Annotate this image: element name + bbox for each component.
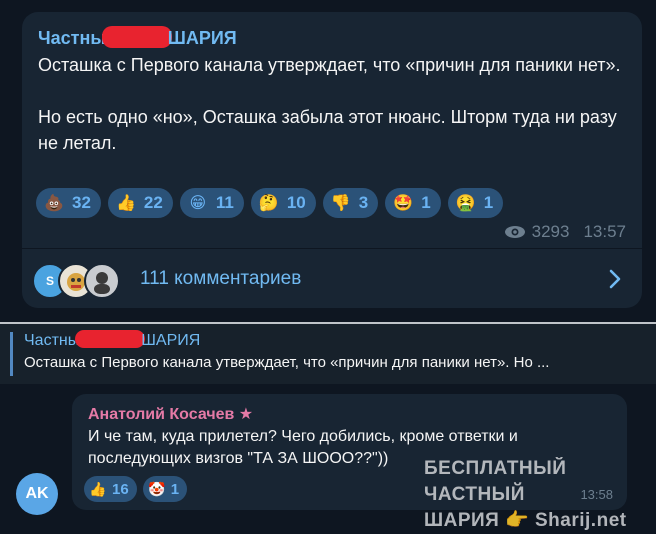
reaction-thumbs-up[interactable]: 👍 22 [107, 188, 173, 218]
reaction-count: 3 [358, 193, 369, 212]
avatar [84, 263, 120, 299]
channel-post: Частны ШАРИЯ Осташка с Первого канала утв… [22, 12, 642, 308]
watermark-line-1: БЕСПЛАТНЫЙ ЧАСТНЫЙ [424, 458, 567, 505]
vomit-icon: 🤮 [455, 195, 476, 212]
view-count: 3293 [531, 222, 570, 241]
quote-text: Осташка с Первого канала утверждает, что… [24, 354, 550, 371]
post-author[interactable]: Частны ШАРИЯ [38, 26, 237, 49]
reaction-count: 10 [286, 193, 306, 212]
comment-reactions: 👍 16 🤡 1 [84, 476, 188, 502]
post-paragraph-2: Но есть одно «но», Осташка забыла этот н… [38, 107, 617, 153]
reaction-count: 1 [170, 480, 180, 498]
reaction-count: 22 [143, 193, 163, 212]
reaction-count: 32 [72, 193, 91, 212]
post-paragraph-1: Осташка с Первого канала утверждает, что… [38, 55, 621, 75]
thumbs-down-icon: 👎 [330, 195, 351, 212]
comments-label: 111 комментариев [140, 268, 302, 289]
poop-icon: 💩 [44, 195, 64, 212]
eye-icon [504, 226, 525, 238]
post-meta: 3293 13:57 [504, 222, 626, 242]
reaction-count: 1 [483, 193, 494, 212]
reaction-count: 1 [421, 193, 431, 212]
post-time: 13:57 [583, 222, 626, 241]
watermark-line-2: ШАРИЯ 👉 Sharij.net [424, 510, 627, 531]
quote-author: Частны ШАРИЯ [24, 330, 200, 350]
reaction-vomit[interactable]: 🤮 1 [447, 188, 504, 218]
reaction-grin[interactable]: 😁 11 [179, 188, 244, 218]
clown-icon: 🤡 [147, 480, 166, 497]
commenter-avatars: S [32, 259, 132, 299]
thumbs-up-icon: 👍 [89, 480, 107, 497]
reaction-poop[interactable]: 💩 32 [36, 188, 101, 218]
divider [22, 248, 642, 249]
reaction-count: 16 [112, 480, 129, 498]
watermark: БЕСПЛАТНЫЙ ЧАСТНЫЙ ШАРИЯ 👉 Sharij.net [424, 456, 654, 534]
reaction-clown[interactable]: 🤡 1 [142, 476, 188, 502]
quote-bar [10, 332, 13, 376]
post-text: Осташка с Первого канала утверждает, что… [38, 52, 628, 182]
thinking-icon: 🤔 [258, 195, 279, 212]
reaction-star-struck[interactable]: 🤩 1 [385, 188, 441, 218]
quote-author-left: Частны [24, 332, 80, 349]
star-struck-icon: 🤩 [393, 195, 414, 212]
reaction-thumbs-up[interactable]: 👍 16 [84, 476, 137, 502]
post-reactions: 💩 32 👍 22 😁 11 🤔 10 👎 3 🤩 1 🤮 1 [36, 188, 504, 218]
person-avatar-icon [94, 272, 110, 294]
reaction-count: 11 [215, 193, 234, 212]
comments-button[interactable]: S 111 комментариев [22, 250, 642, 308]
reply-quote-panel[interactable]: Частны ШАРИЯ Осташка с Первого канала утв… [0, 322, 656, 384]
grin-icon: 😁 [189, 195, 207, 212]
commenter-avatar[interactable]: AK [16, 473, 58, 515]
thumbs-up-icon: 👍 [115, 195, 136, 212]
post-author-right: ШАРИЯ [167, 28, 237, 48]
redaction-mark [75, 330, 146, 348]
chevron-right-icon [609, 269, 621, 289]
reaction-thinking[interactable]: 🤔 10 [250, 188, 316, 218]
comment-author[interactable]: Анатолий Косачев ★ [88, 404, 253, 424]
redaction-mark [101, 26, 172, 48]
quote-author-right: ШАРИЯ [141, 332, 201, 349]
reaction-thumbs-down[interactable]: 👎 3 [322, 188, 379, 218]
post-author-left: Частны [38, 28, 106, 48]
